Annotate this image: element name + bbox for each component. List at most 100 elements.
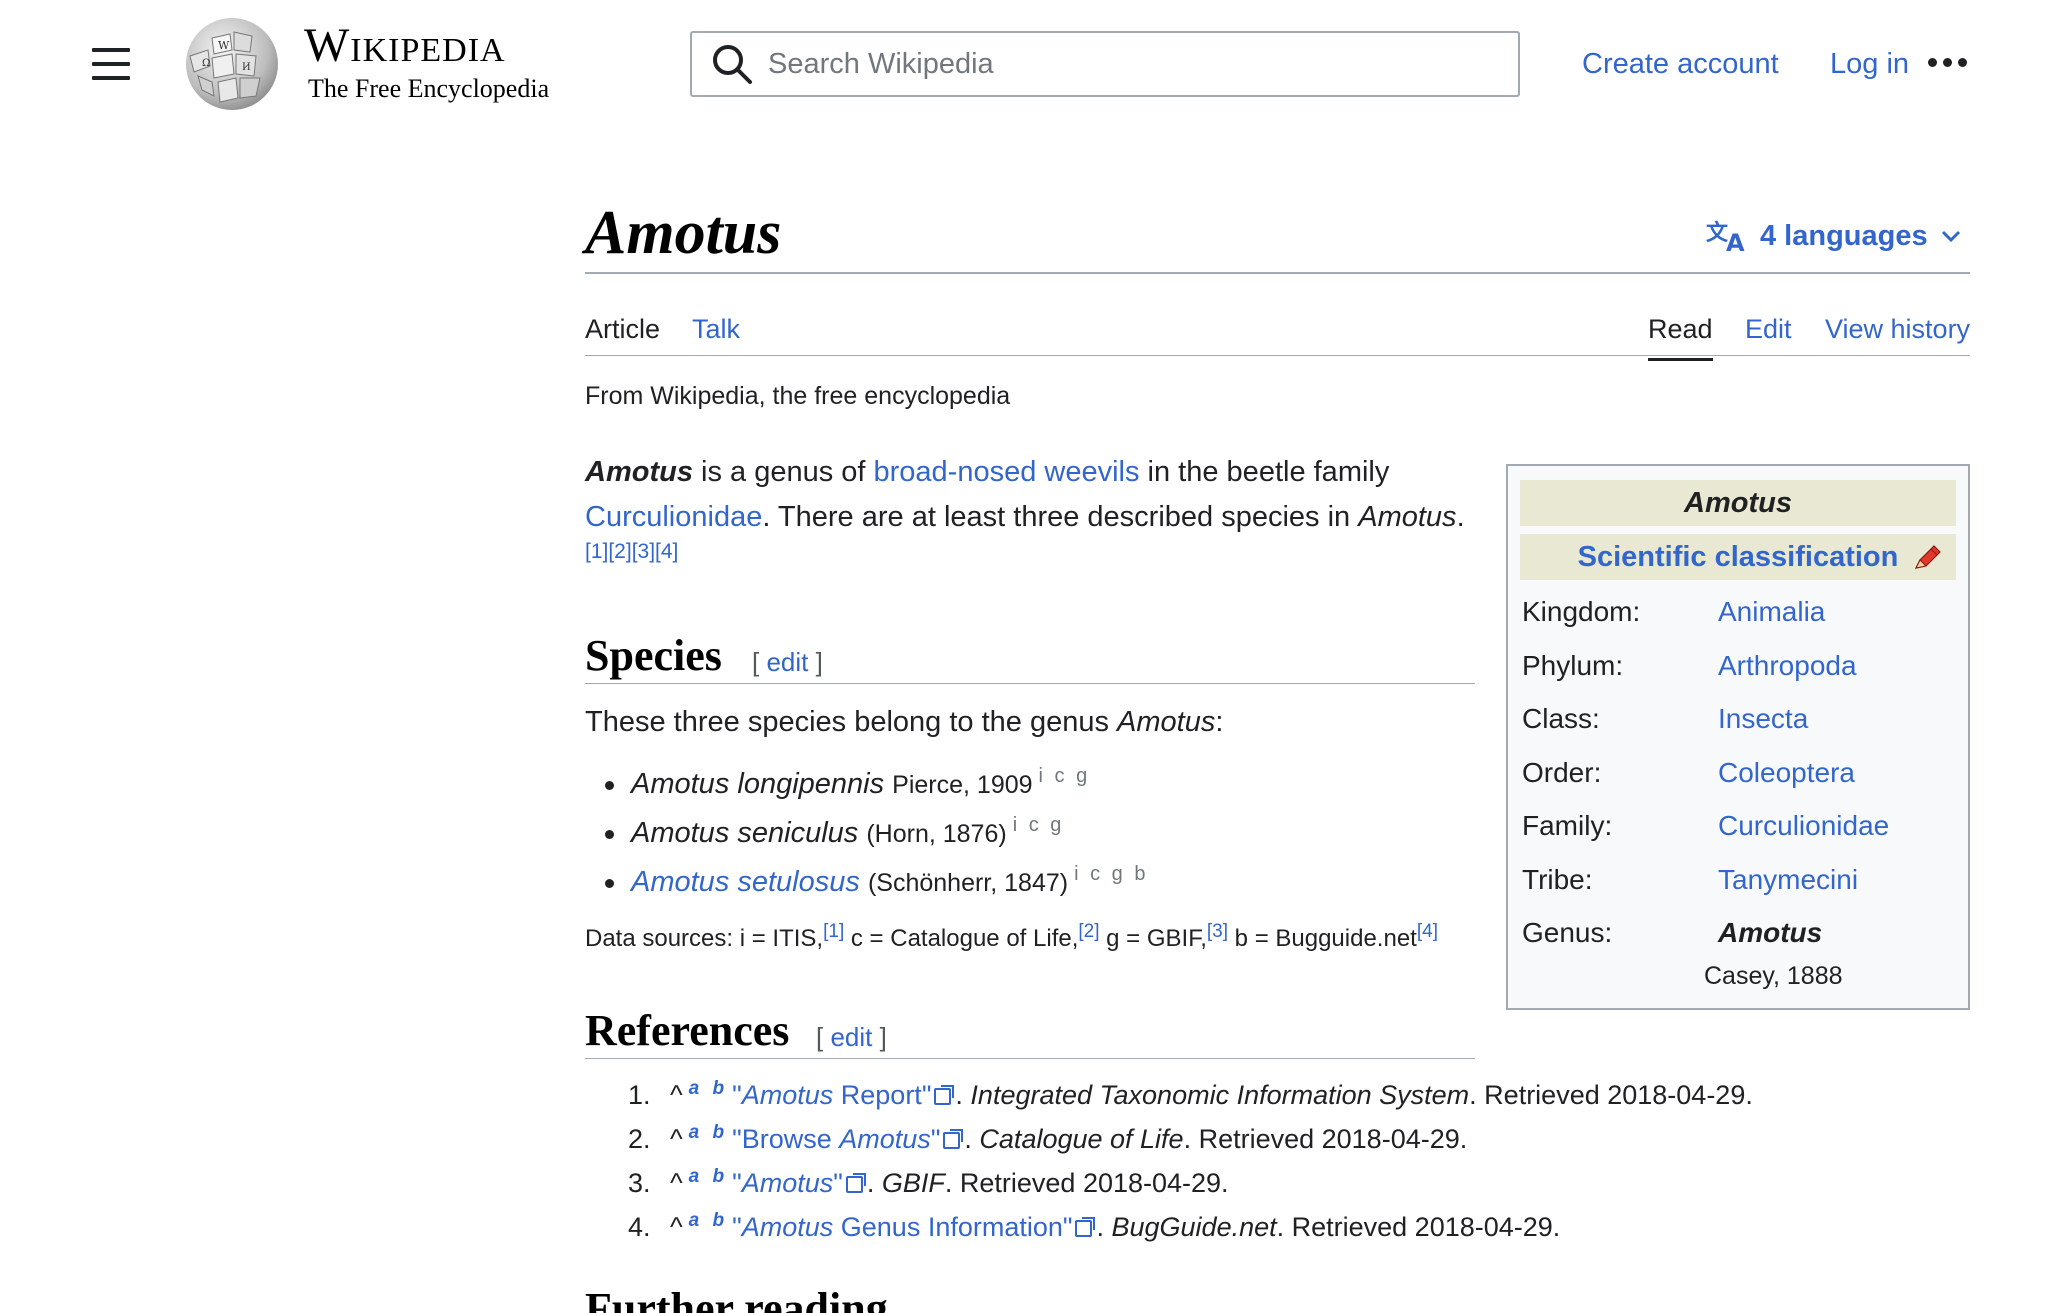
language-count: 4 languages (1760, 219, 1928, 252)
ref-caret[interactable]: ^ (670, 1212, 683, 1242)
references-divider (585, 1058, 1475, 1059)
list-item: Amotus longipennis Pierce, 1909 i c g (605, 760, 1148, 809)
taxobox-label: Class: (1522, 703, 1600, 734)
svg-text:W: W (218, 39, 230, 52)
wikipedia-wordmark[interactable]: Wikipedia The Free Encyclopedia (304, 18, 549, 104)
species-edit: [ edit ] (752, 647, 823, 677)
svg-text:A: A (1726, 229, 1745, 254)
tab-article[interactable]: Article (585, 312, 660, 346)
taxobox: Amotus Scientific classification Kingdom… (1506, 464, 1970, 1010)
references-edit-link[interactable]: edit (830, 1022, 872, 1052)
edit-pencil-icon[interactable] (1912, 544, 1942, 570)
citation-link[interactable]: [4] (1417, 921, 1438, 942)
taxobox-value-link[interactable]: Coleoptera (1718, 755, 1855, 791)
species-sources: i c g (1012, 814, 1065, 837)
search-input[interactable] (768, 47, 1488, 81)
species-sources: i c g b (1074, 863, 1149, 886)
ref-caret[interactable]: ^ (670, 1080, 683, 1110)
site-header: W Ω И Wikipedia The Free Encyclopedia Cr… (0, 0, 2048, 130)
ref-caret[interactable]: ^ (670, 1168, 683, 1198)
site-tagline: The Free Encyclopedia (308, 74, 550, 103)
language-selector[interactable]: 文 A 4 languages (1706, 218, 1962, 254)
intro-bold-title: Amotus (585, 456, 693, 488)
tab-edit[interactable]: Edit (1745, 312, 1792, 346)
taxobox-label: Tribe: (1522, 864, 1593, 895)
ref-backlinks[interactable]: a b (689, 1210, 728, 1231)
ref-publisher: BugGuide.net (1111, 1212, 1277, 1242)
ref-retrieved: . Retrieved 2018-04-29. (1469, 1080, 1753, 1110)
references-edit: [ edit ] (816, 1022, 887, 1052)
ref-publisher: Catalogue of Life (979, 1124, 1184, 1154)
tab-talk[interactable]: Talk (692, 312, 740, 346)
taxobox-value-link[interactable]: Insecta (1718, 701, 1808, 737)
citation-link[interactable]: [3] (1207, 921, 1228, 942)
taxobox-label: Phylum: (1522, 650, 1624, 681)
taxobox-value-link[interactable]: Arthropoda (1718, 648, 1857, 684)
tab-view-history[interactable]: View history (1825, 312, 1970, 346)
citation-link[interactable]: [2] (1078, 921, 1099, 942)
taxobox-label: Kingdom: (1522, 596, 1641, 627)
species-lead-end: : (1215, 706, 1224, 738)
ref-title-link[interactable]: "Amotus" (732, 1168, 843, 1198)
species-list: Amotus longipennis Pierce, 1909 i c g Amo… (605, 760, 1148, 907)
data-sources-text: g = GBIF, (1099, 925, 1207, 952)
page-title: Amotus (585, 199, 782, 267)
ref-caret[interactable]: ^ (670, 1124, 683, 1154)
create-account-link[interactable]: Create account (1582, 46, 1779, 82)
ref-title-link[interactable]: "Amotus Genus Information" (732, 1212, 1072, 1242)
ref-backlinks[interactable]: a b (689, 1078, 728, 1099)
chevron-down-icon (1941, 230, 1960, 243)
species-name: Amotus longipennis (631, 768, 885, 800)
taxobox-authority: Casey, 1888 (1704, 962, 1843, 990)
intro-text: . There are at least three described spe… (762, 501, 1359, 533)
data-sources-text: Data sources: i = ITIS, (585, 925, 824, 952)
species-heading: Species (585, 631, 722, 680)
species-authority: Pierce, 1909 (892, 771, 1033, 799)
ref-backlinks[interactable]: a b (689, 1122, 728, 1143)
curculionidae-link[interactable]: Curculionidae (585, 501, 762, 533)
more-options-icon[interactable] (1928, 58, 1967, 67)
ref-title-link[interactable]: "Amotus Report" (732, 1080, 931, 1110)
external-link-icon (1075, 1217, 1096, 1237)
ref-title-link[interactable]: "Browse Amotus" (732, 1124, 940, 1154)
tab-read[interactable]: Read (1648, 312, 1713, 361)
svg-text:И: И (242, 62, 251, 73)
ref-publisher: Integrated Taxonomic Information System (970, 1080, 1470, 1110)
log-in-link[interactable]: Log in (1830, 46, 1909, 82)
broad-nosed-weevils-link[interactable]: broad-nosed weevils (874, 456, 1140, 488)
references-list: 1. ^ a b "Amotus Report". Integrated Taxon… (628, 1073, 1753, 1249)
taxobox-label: Family: (1522, 810, 1613, 841)
taxobox-label: Genus: (1522, 917, 1613, 948)
citation-link[interactable]: [1] (823, 921, 844, 942)
species-lead-text: These three species belong to the genus (585, 706, 1118, 738)
data-sources-text: c = Catalogue of Life, (844, 925, 1079, 952)
external-link-icon (943, 1129, 964, 1149)
ref-number: 1. (628, 1080, 651, 1110)
wikipedia-globe-icon[interactable]: W Ω И (180, 16, 284, 112)
taxobox-value-link[interactable]: Tanymecini (1718, 862, 1858, 898)
taxobox-value-link[interactable]: Curculionidae (1718, 808, 1889, 844)
search-box[interactable] (690, 31, 1520, 97)
taxobox-label: Order: (1522, 757, 1602, 788)
species-name: Amotus seniculus (631, 817, 859, 849)
main-menu-icon[interactable] (92, 48, 130, 80)
svg-text:Ω: Ω (202, 58, 210, 69)
species-sources: i c g (1038, 765, 1091, 788)
ref-retrieved: . Retrieved 2018-04-29. (1276, 1212, 1561, 1242)
ref-publisher: GBIF (881, 1168, 945, 1198)
taxobox-value: Amotus (1718, 917, 1823, 948)
list-item: Amotus seniculus (Horn, 1876) i c g (605, 809, 1148, 858)
species-lead-genus: Amotus (1117, 706, 1216, 738)
taxobox-classification-header: Scientific classification (1520, 534, 1956, 580)
taxobox-value-link[interactable]: Animalia (1718, 594, 1825, 630)
intro-citations[interactable]: [1][2][3][4] (585, 540, 678, 564)
language-icon: 文 A (1706, 220, 1745, 254)
ref-retrieved: . Retrieved 2018-04-29. (1183, 1124, 1468, 1154)
further-reading-heading: Further reading (585, 1284, 888, 1313)
ref-backlinks[interactable]: a b (689, 1166, 728, 1187)
search-icon (713, 45, 752, 84)
scientific-classification-link[interactable]: Scientific classification (1578, 541, 1899, 573)
species-name-link[interactable]: Amotus setulosus (631, 866, 860, 898)
species-edit-link[interactable]: edit (766, 647, 808, 677)
intro-text: in the beetle family (1139, 456, 1390, 488)
